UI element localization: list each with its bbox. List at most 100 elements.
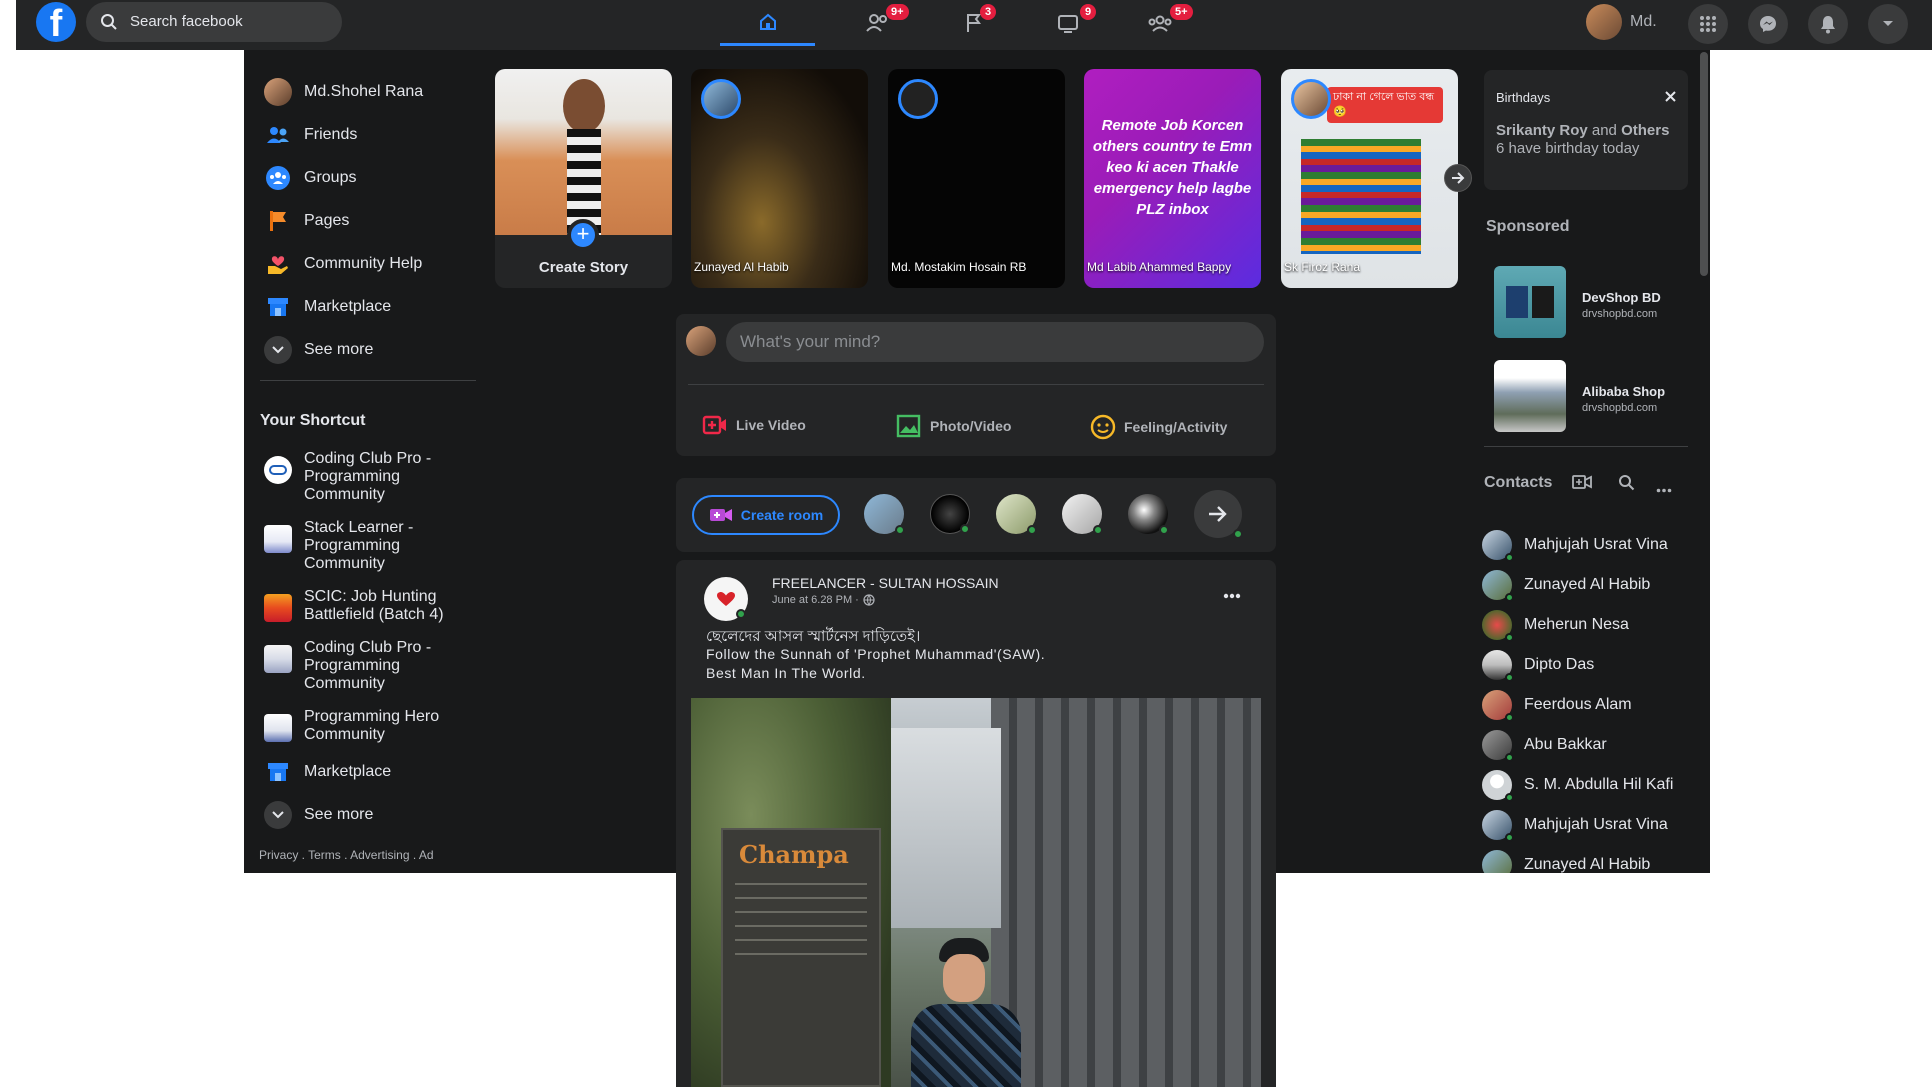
profile-shortcut[interactable]: Md.	[1586, 2, 1657, 42]
contact-item[interactable]: Dipto Das	[1482, 648, 1594, 682]
sponsored-ad[interactable]: DevShop BD drvshopbd.com	[1484, 262, 1688, 338]
contact-item[interactable]: Zunayed Al Habib	[1482, 568, 1650, 602]
search-input[interactable]: Search facebook	[86, 2, 342, 42]
post-author-avatar[interactable]	[704, 577, 748, 621]
ad-image	[1494, 266, 1566, 338]
online-indicator	[1027, 525, 1037, 535]
sidebar-item-profile[interactable]: Md.Shohel Rana	[264, 72, 423, 112]
photo-video-label: Photo/Video	[930, 418, 1012, 434]
grid-icon	[1700, 16, 1716, 32]
more-icon	[1223, 593, 1241, 599]
story-name: Md Labib Ahammed Bappy	[1087, 260, 1232, 274]
shortcut-thumbnail	[264, 714, 292, 742]
story-profile-photo	[495, 69, 672, 235]
shortcut-see-more[interactable]: See more	[264, 795, 373, 835]
online-indicator	[1505, 793, 1514, 802]
facebook-logo[interactable]: f	[36, 2, 76, 42]
birthday-name[interactable]: Srikanty Roy	[1496, 122, 1588, 139]
shortcut-label: Stack Learner - Programming Community	[304, 519, 414, 572]
room-contact-avatar[interactable]	[1128, 494, 1169, 535]
caret-down-icon	[1883, 21, 1893, 26]
birthday-others[interactable]: Others	[1621, 122, 1669, 139]
post-author-name[interactable]: FREELANCER - SULTAN HOSSAIN	[772, 575, 999, 591]
close-button[interactable]	[1660, 86, 1680, 106]
tab-groups[interactable]: 5+	[1112, 0, 1207, 46]
new-room-button[interactable]	[1572, 474, 1592, 495]
feed-post: FREELANCER - SULTAN HOSSAIN June at 6.28…	[676, 560, 1276, 1087]
contact-item[interactable]: Mahjujah Usrat Vina	[1482, 808, 1668, 842]
video-plus-icon	[1572, 475, 1592, 489]
story-card[interactable]: Md. Mostakim Hosain RB	[888, 69, 1065, 288]
contact-item[interactable]: Feerdous Alam	[1482, 688, 1632, 722]
shortcut-item[interactable]: Coding Club Pro - Programming Community	[264, 639, 444, 693]
account-button[interactable]	[1868, 4, 1908, 44]
signboard-title: Champa	[739, 840, 849, 869]
sidebar-divider	[260, 380, 476, 381]
room-contact-avatar[interactable]	[1062, 494, 1103, 535]
tab-watch[interactable]: 9	[1020, 0, 1115, 46]
avatar	[1586, 4, 1622, 40]
scrollbar-thumb[interactable]	[1700, 52, 1708, 276]
story-card[interactable]: Remote Job Korcen others country te Emn …	[1084, 69, 1261, 288]
tab-home[interactable]	[720, 0, 815, 46]
live-video-button[interactable]: Live Video	[702, 414, 806, 436]
shortcut-item[interactable]: Stack Learner - Programming Community	[264, 519, 444, 573]
shortcut-thumbnail	[264, 456, 292, 484]
feeling-activity-button[interactable]: Feeling/Activity	[1090, 414, 1227, 440]
heart-hand-icon	[264, 250, 292, 278]
room-contact-avatar[interactable]	[930, 494, 970, 534]
post-meta: June at 6.28 PM ·	[772, 594, 875, 606]
messenger-button[interactable]	[1748, 4, 1788, 44]
room-contact-avatar[interactable]	[864, 494, 905, 535]
create-room-label: Create room	[740, 507, 824, 523]
tab-pages[interactable]: 3	[926, 0, 1021, 46]
sponsored-ad[interactable]: Alibaba Shop drvshopbd.com	[1484, 356, 1688, 432]
friends-icon	[264, 121, 292, 149]
photo-video-button[interactable]: Photo/Video	[896, 414, 1011, 438]
sidebar-see-more[interactable]: See more	[264, 330, 373, 370]
story-card[interactable]: ঢাকা না গেলে ভাত বন্ধ 🥺 Sk Firoz Rana	[1281, 69, 1458, 288]
shortcut-item[interactable]: Programming Hero Community	[264, 708, 444, 744]
tab-friends[interactable]: 9+	[830, 0, 925, 46]
contact-name: Mahjujah Usrat Vina	[1524, 816, 1668, 833]
online-indicator	[1093, 525, 1103, 535]
create-story-card[interactable]: + Create Story	[495, 69, 672, 288]
video-plus-icon	[709, 509, 732, 521]
post-image[interactable]: Champa	[691, 698, 1261, 1087]
contact-item[interactable]: Mahjujah Usrat Vina	[1482, 528, 1668, 562]
shortcut-thumbnail	[264, 594, 292, 622]
ad-name: Alibaba Shop	[1582, 384, 1666, 399]
sidebar-item-friends[interactable]: Friends	[264, 115, 357, 155]
shortcut-marketplace[interactable]: Marketplace	[264, 752, 391, 792]
globe-icon	[863, 594, 875, 606]
shortcut-item[interactable]: SCIC: Job Hunting Battlefield (Batch 4)	[264, 588, 454, 624]
contact-item[interactable]: Abu Bakkar	[1482, 728, 1607, 762]
birthday-and: and	[1587, 122, 1622, 139]
sidebar-item-pages[interactable]: Pages	[264, 201, 349, 241]
footer-links[interactable]: Privacy . Terms . Advertising . Ad	[259, 848, 434, 862]
menu-button[interactable]	[1688, 4, 1728, 44]
contact-item[interactable]: S. M. Abdulla Hil Kafi	[1482, 768, 1673, 802]
contacts-options-button[interactable]	[1656, 480, 1672, 498]
post-time[interactable]: June at 6.28 PM ·	[772, 594, 859, 606]
contact-name: Zunayed Al Habib	[1524, 856, 1651, 873]
sidebar-item-community-help[interactable]: Community Help	[264, 244, 422, 284]
room-contact-avatar[interactable]	[996, 494, 1037, 535]
story-card[interactable]: Zunayed Al Habib	[691, 69, 868, 288]
search-icon	[1619, 475, 1635, 491]
create-room-button[interactable]: Create room	[692, 495, 840, 535]
contact-item[interactable]: Meherun Nesa	[1482, 608, 1629, 642]
contact-item[interactable]: Zunayed Al Habib	[1482, 848, 1650, 873]
post-options-button[interactable]	[1216, 584, 1248, 608]
contacts-search-button[interactable]	[1618, 474, 1635, 496]
birthdays-card: Birthdays Srikanty Roy and Others 6 have…	[1484, 70, 1688, 190]
notifications-button[interactable]	[1808, 4, 1848, 44]
composer-input[interactable]: What's your mind?	[726, 322, 1264, 362]
sidebar-item-groups[interactable]: Groups	[264, 158, 356, 198]
shortcut-item[interactable]: Coding Club Pro - Programming Community	[264, 450, 444, 504]
sidebar-item-marketplace[interactable]: Marketplace	[264, 287, 391, 327]
friends-badge: 9+	[886, 4, 909, 20]
rooms-next-button[interactable]	[1194, 490, 1243, 539]
story-name: Sk Firoz Rana	[1284, 260, 1361, 274]
contact-name: Mahjujah Usrat Vina	[1524, 536, 1668, 553]
